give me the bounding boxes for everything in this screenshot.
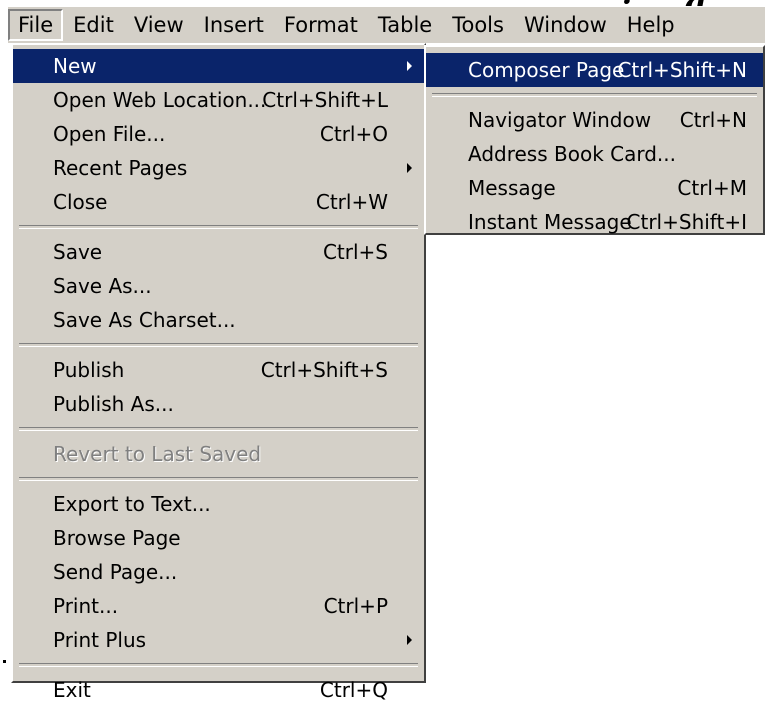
menu-item-recent-pages[interactable]: Recent Pages [13,151,424,185]
menu-item-label: Browse Page [53,526,181,550]
menu-item-open-web-location[interactable]: Open Web Location... Ctrl+Shift+L [13,83,424,117]
submenu-item-instant-message[interactable]: Instant Message Ctrl+Shift+I [426,205,763,239]
menu-item-label: Recent Pages [53,156,188,180]
menu-item-label: Send Page... [53,560,178,584]
menu-item-exit[interactable]: Exit Ctrl+Q [13,673,424,707]
menu-item-close[interactable]: Close Ctrl+W [13,185,424,219]
menu-item-save-as-charset[interactable]: Save As Charset... [13,303,424,337]
submenu-item-message[interactable]: Message Ctrl+M [426,171,763,205]
submenu-arrow-icon [407,61,412,71]
menu-separator [19,477,418,481]
menu-item-label: Publish [53,358,125,382]
menu-window[interactable]: Window [514,9,617,41]
menu-item-shortcut: Ctrl+Shift+N [617,58,747,82]
menu-item-label: Exit [53,678,91,702]
menu-item-export-to-text[interactable]: Export to Text... [13,487,424,521]
menu-view[interactable]: View [124,9,194,41]
menu-item-label: Address Book Card... [468,142,676,166]
menu-item-shortcut: Ctrl+Shift+I [626,210,747,234]
menu-item-publish[interactable]: Publish Ctrl+Shift+S [13,353,424,387]
menu-item-label: Open Web Location... [53,88,267,112]
menu-item-revert-to-last-saved: Revert to Last Saved [13,437,424,471]
menu-separator [19,663,418,667]
menu-edit[interactable]: Edit [63,9,124,41]
menu-item-shortcut: Ctrl+M [677,176,747,200]
menu-item-send-page[interactable]: Send Page... [13,555,424,589]
menu-item-label: Save As Charset... [53,308,236,332]
menu-item-label: Revert to Last Saved [53,442,262,466]
menu-item-label: Message [468,176,556,200]
menu-item-shortcut: Ctrl+S [322,240,388,264]
menu-item-print-plus[interactable]: Print Plus [13,623,424,657]
file-menu: New Open Web Location... Ctrl+Shift+L Open … [11,43,426,702]
menu-tools[interactable]: Tools [442,9,514,41]
menu-file[interactable]: File [8,9,64,41]
submenu-arrow-icon [407,635,412,645]
menu-item-label: Open File... [53,122,166,146]
submenu-arrow-icon [407,163,412,173]
menu-item-shortcut: Ctrl+Shift+S [260,358,388,382]
menu-separator [19,225,418,229]
menu-separator [432,93,757,97]
menu-table[interactable]: Table [368,9,442,41]
menu-item-label: Publish As... [53,392,174,416]
list-bullet-dot [3,660,6,663]
new-submenu: Composer Page Ctrl+Shift+N Navigator Windo… [424,45,765,235]
menu-item-open-file[interactable]: Open File... Ctrl+O [13,117,424,151]
menu-item-label: Close [53,190,108,214]
submenu-item-address-book-card[interactable]: Address Book Card... [426,137,763,171]
menu-item-label: Save [53,240,103,264]
menu-help[interactable]: Help [617,9,685,41]
menu-item-label: Save As... [53,274,152,298]
menu-item-label: Export to Text... [53,492,211,516]
menu-bar: File Edit View Insert Format Table Tools Window… [8,6,765,43]
menu-item-shortcut: Ctrl+N [679,108,747,132]
menu-insert[interactable]: Insert [194,9,274,41]
menu-format[interactable]: Format [274,9,368,41]
menu-item-shortcut: Ctrl+P [323,594,388,618]
menu-item-save-as[interactable]: Save As... [13,269,424,303]
submenu-item-navigator-window[interactable]: Navigator Window Ctrl+N [426,103,763,137]
menu-item-label: New [53,54,97,78]
menu-item-label: Print... [53,594,119,618]
menu-separator [19,343,418,347]
menu-item-shortcut: Ctrl+O [319,122,388,146]
menu-separator [19,427,418,431]
menu-item-publish-as[interactable]: Publish As... [13,387,424,421]
menu-item-shortcut: Ctrl+W [315,190,388,214]
menu-item-label: Navigator Window [468,108,652,132]
menu-item-label: Instant Message [468,210,632,234]
menu-item-print[interactable]: Print... Ctrl+P [13,589,424,623]
menu-item-browse-page[interactable]: Browse Page [13,521,424,555]
menu-item-label: Composer Page [468,58,625,82]
menu-item-new[interactable]: New [13,49,424,83]
submenu-item-composer-page[interactable]: Composer Page Ctrl+Shift+N [426,53,763,87]
menu-item-shortcut: Ctrl+Shift+L [262,88,388,112]
menu-item-label: Print Plus [53,628,147,652]
menu-item-shortcut: Ctrl+Q [319,678,388,702]
menu-item-save[interactable]: Save Ctrl+S [13,235,424,269]
